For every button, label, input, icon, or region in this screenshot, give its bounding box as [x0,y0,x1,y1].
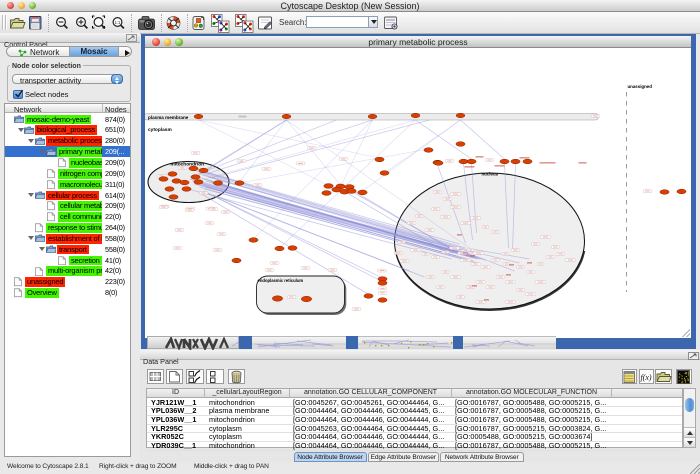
svg-text:cytoplasm: cytoplasm [148,127,172,133]
svg-text:mitochondrion: mitochondrion [171,162,205,168]
svg-text:nucleus: nucleus [482,172,499,177]
svg-text:endoplasmic reticulum: endoplasmic reticulum [258,278,304,283]
svg-text:f(x): f(x) [640,373,651,382]
svg-text:1:1: 1:1 [115,20,121,25]
svg-text:plasma membrane: plasma membrane [148,115,189,120]
svg-text:unassigned: unassigned [628,84,653,89]
